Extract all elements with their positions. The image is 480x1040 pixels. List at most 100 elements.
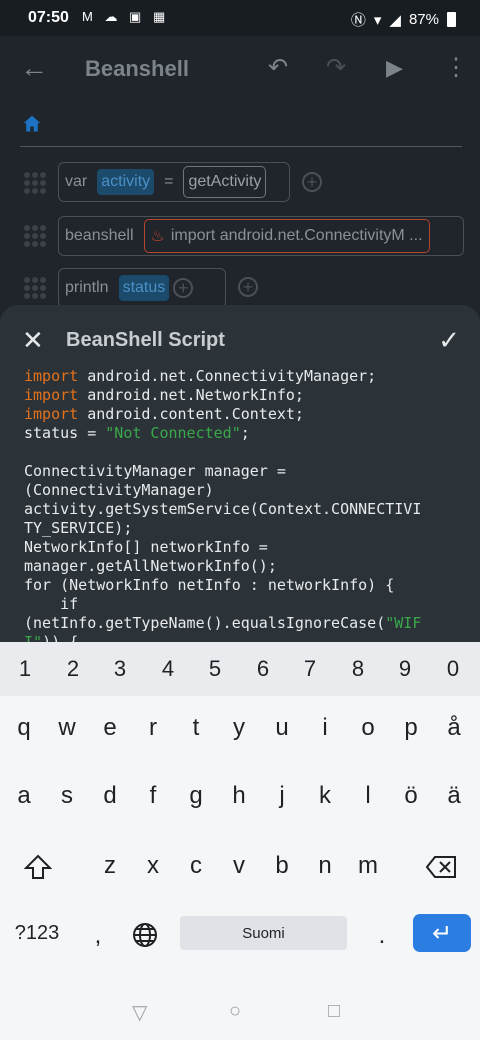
recents-nav-icon[interactable]: □ (328, 1000, 340, 1023)
block-operator: = (164, 173, 174, 190)
var-block[interactable]: var activity = getActivity (58, 162, 290, 202)
code-text: for (NetworkInfo netInfo : networkInfo) … (24, 576, 395, 594)
variable-chip[interactable]: status (118, 275, 170, 301)
key-u[interactable]: u (266, 714, 298, 742)
drag-handle-icon[interactable] (24, 277, 46, 299)
key-9[interactable]: 9 (389, 656, 421, 682)
key-6[interactable]: 6 (247, 656, 279, 682)
key-p[interactable]: p (395, 714, 427, 742)
drag-handle-icon[interactable] (24, 225, 46, 247)
status-right: Ⓝ ▾ ◢ 87% (351, 9, 456, 30)
key-l[interactable]: l (352, 782, 384, 810)
status-bar: 07:50 M ☁ ▣ ▦ Ⓝ ▾ ◢ 87% (0, 0, 480, 36)
battery-icon (447, 12, 456, 27)
nfc-icon: Ⓝ (350, 12, 366, 29)
app-bar: ← Beanshell ↶ ↷ ▶ ⋮ (0, 36, 480, 102)
key-2[interactable]: 2 (57, 656, 89, 682)
variable-chip[interactable]: activity (97, 169, 155, 195)
divider (20, 146, 462, 147)
code-text: android.net.ConnectivityManager; (78, 367, 377, 385)
back-nav-icon[interactable]: ▽ (132, 1000, 147, 1025)
add-param-icon[interactable]: + (173, 278, 194, 298)
code-line: (ConnectivityManager) (24, 481, 464, 500)
key-f[interactable]: f (137, 782, 169, 810)
arrow-left-icon[interactable]: ← (20, 54, 48, 82)
java-icon: ♨ (150, 228, 165, 245)
key-1[interactable]: 1 (9, 656, 41, 682)
key-v[interactable]: v (223, 852, 255, 880)
key-d[interactable]: d (94, 782, 126, 810)
code-text: manager.getAllNetworkInfo(); (24, 557, 277, 575)
println-block[interactable]: println status + (58, 268, 226, 308)
key-j[interactable]: j (266, 782, 298, 810)
key-m[interactable]: m (352, 852, 384, 880)
add-param-icon[interactable]: + (302, 172, 322, 192)
key-i[interactable]: i (309, 714, 341, 742)
space-key[interactable]: Suomi (180, 916, 347, 950)
add-block-icon[interactable]: + (238, 277, 258, 297)
comma-key[interactable]: , (88, 922, 108, 950)
check-icon[interactable]: ✓ (438, 325, 460, 356)
key-q[interactable]: q (8, 714, 40, 742)
undo-icon[interactable]: ↶ (268, 54, 288, 82)
code-line: manager.getAllNetworkInfo(); (24, 557, 464, 576)
key-8[interactable]: 8 (342, 656, 374, 682)
key-t[interactable]: t (180, 714, 212, 742)
close-icon[interactable]: ✕ (22, 327, 44, 353)
number-row: 1234567890 (0, 642, 480, 696)
home-icon[interactable] (22, 114, 42, 134)
code-editor[interactable]: import android.net.ConnectivityManager; i… (24, 367, 464, 645)
key-5[interactable]: 5 (199, 656, 231, 682)
key-å[interactable]: å (438, 714, 470, 742)
key-7[interactable]: 7 (294, 656, 326, 682)
period-key[interactable]: . (372, 922, 392, 950)
key-n[interactable]: n (309, 852, 341, 880)
page-title: Beanshell (85, 56, 189, 81)
key-0[interactable]: 0 (437, 656, 469, 682)
script-field[interactable]: ♨ import android.net.ConnectivityM ... (143, 219, 430, 253)
code-text: NetworkInfo[] networkInfo = (24, 538, 268, 556)
key-z[interactable]: z (94, 852, 126, 880)
beanshell-block[interactable]: beanshell ♨ import android.net.Connectiv… (58, 216, 464, 256)
home-nav-icon[interactable]: ○ (229, 1000, 241, 1023)
code-line: for (NetworkInfo netInfo : networkInfo) … (24, 576, 464, 595)
key-g[interactable]: g (180, 782, 212, 810)
key-x[interactable]: x (137, 852, 169, 880)
block-keyword: beanshell (65, 227, 134, 244)
enter-icon[interactable]: ↵ (413, 914, 471, 952)
play-icon[interactable]: ▶ (386, 54, 403, 82)
backspace-icon[interactable] (426, 856, 456, 878)
code-string: "Not Connected" (105, 424, 241, 442)
code-text: (ConnectivityManager) (24, 481, 214, 499)
code-text: TY_SERVICE); (24, 519, 133, 537)
key-a[interactable]: a (8, 782, 40, 810)
key-s[interactable]: s (51, 782, 83, 810)
key-o[interactable]: o (352, 714, 384, 742)
drag-handle-icon[interactable] (24, 172, 46, 194)
code-line: ConnectivityManager manager = (24, 462, 464, 481)
more-vert-icon[interactable]: ⋮ (444, 54, 468, 82)
shift-icon[interactable] (24, 854, 52, 880)
key-y[interactable]: y (223, 714, 255, 742)
key-4[interactable]: 4 (152, 656, 184, 682)
key-c[interactable]: c (180, 852, 212, 880)
value-field[interactable]: getActivity (183, 166, 267, 198)
code-keyword: import (24, 367, 79, 385)
script-preview: import android.net.ConnectivityM ... (170, 227, 423, 244)
code-line: if (24, 595, 464, 614)
key-3[interactable]: 3 (104, 656, 136, 682)
code-line: activity.getSystemService(Context.CONNEC… (24, 500, 464, 519)
key-ö[interactable]: ö (395, 782, 427, 810)
code-text: android.net.NetworkInfo; (78, 386, 304, 404)
key-r[interactable]: r (137, 714, 169, 742)
globe-icon[interactable] (132, 922, 158, 948)
key-h[interactable]: h (223, 782, 255, 810)
key-k[interactable]: k (309, 782, 341, 810)
key-ä[interactable]: ä (438, 782, 470, 810)
code-line: import android.content.Context; (24, 405, 464, 424)
key-w[interactable]: w (51, 714, 83, 742)
symbols-key[interactable]: ?123 (10, 922, 64, 945)
key-e[interactable]: e (94, 714, 126, 742)
key-b[interactable]: b (266, 852, 298, 880)
redo-icon[interactable]: ↷ (326, 54, 346, 82)
